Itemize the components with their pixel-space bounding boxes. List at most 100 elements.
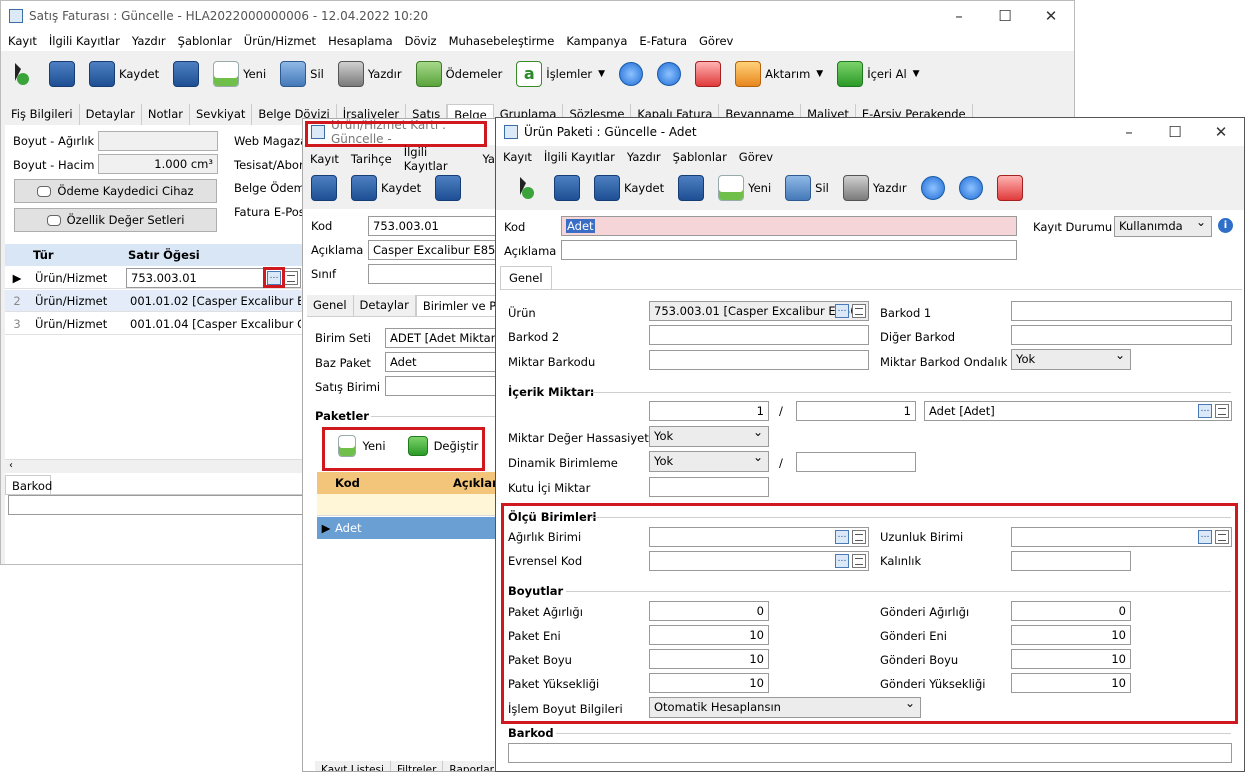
description-field[interactable]: Casper Excalibur E850 bbox=[368, 240, 501, 260]
universal-code-lookup-button[interactable]: … bbox=[835, 554, 849, 568]
new-package-button[interactable]: Yeni bbox=[327, 434, 397, 458]
save-refresh-button[interactable] bbox=[554, 175, 580, 201]
barcode-list[interactable] bbox=[508, 743, 1232, 763]
length-unit-lookup-button[interactable]: … bbox=[1198, 530, 1212, 544]
list-picker-icon[interactable] bbox=[852, 554, 866, 568]
tab-birimler[interactable]: Birimler ve Pak bbox=[415, 295, 501, 316]
transfer-button[interactable]: Aktarım ▼ bbox=[735, 61, 823, 87]
approve-button[interactable] bbox=[996, 175, 1023, 201]
menu-kayit[interactable]: Kayıt bbox=[310, 152, 339, 166]
barcode2-field[interactable] bbox=[649, 325, 869, 345]
content-qty-denominator[interactable]: 1 bbox=[796, 401, 916, 421]
menu-hesaplama[interactable]: Hesaplama bbox=[328, 34, 393, 48]
content-unit-lookup-button[interactable]: … bbox=[1198, 404, 1212, 418]
base-package-field[interactable]: Adet bbox=[385, 352, 501, 372]
close-icon[interactable]: ✕ bbox=[1028, 7, 1074, 25]
save-button[interactable]: Kaydet bbox=[351, 175, 421, 201]
menu-yazdir[interactable]: Yazdır bbox=[627, 150, 661, 164]
weight-unit-lookup-button[interactable]: … bbox=[835, 530, 849, 544]
down-button[interactable] bbox=[657, 62, 682, 86]
table-row[interactable]: 2 Ürün/Hizmet 001.01.02 [Casper Excalibu… bbox=[5, 290, 305, 312]
menu-kayit[interactable]: Kayıt bbox=[8, 34, 37, 48]
minimize-icon[interactable]: – bbox=[1106, 123, 1152, 141]
save-new-button[interactable] bbox=[173, 61, 200, 87]
tab-genel[interactable]: Genel bbox=[500, 266, 552, 289]
tab-barkod[interactable]: Barkod bbox=[5, 475, 52, 496]
menu-kampanya[interactable]: Kampanya bbox=[566, 34, 627, 48]
menu-tarihce[interactable]: Tarihçe bbox=[351, 152, 392, 166]
code-field[interactable]: Adet bbox=[561, 216, 1017, 236]
dynamic-field[interactable] bbox=[796, 452, 916, 472]
payments-button[interactable]: Ödemeler bbox=[415, 61, 502, 87]
save-button[interactable]: Kaydet bbox=[89, 61, 159, 87]
horizontal-scrollbar[interactable]: ‹ bbox=[5, 459, 305, 473]
precision-select[interactable]: Yok bbox=[649, 425, 769, 447]
new-button[interactable]: Yeni bbox=[718, 175, 771, 201]
pos-device-button[interactable]: Ödeme Kaydedici Cihaz bbox=[14, 179, 217, 203]
sale-unit-field[interactable] bbox=[385, 376, 501, 396]
list-picker-icon[interactable] bbox=[1215, 530, 1229, 544]
qty-decimal-select[interactable]: Yok bbox=[1011, 348, 1131, 370]
table-row[interactable]: 3 Ürün/Hizmet 001.01.04 [Casper Excalibu… bbox=[5, 313, 305, 335]
table-row[interactable]: ▶ Ürün/Hizmet 753.003.01 bbox=[5, 267, 305, 289]
save-refresh-button[interactable] bbox=[311, 175, 337, 201]
pkg-width-field[interactable]: 10 bbox=[649, 625, 769, 645]
up-button[interactable] bbox=[920, 176, 945, 200]
menu-urun[interactable]: Ürün/Hizmet bbox=[244, 34, 316, 48]
ship-width-field[interactable]: 10 bbox=[1011, 625, 1131, 645]
class-field[interactable] bbox=[368, 264, 501, 284]
tab-notlar[interactable]: Notlar bbox=[141, 104, 190, 125]
delete-button[interactable]: Sil bbox=[280, 61, 324, 87]
ship-height-field[interactable]: 10 bbox=[1011, 673, 1131, 693]
tab-genel[interactable]: Genel bbox=[307, 295, 354, 316]
close-icon[interactable]: ✕ bbox=[1198, 123, 1244, 141]
print-button[interactable]: Yazdır bbox=[337, 61, 402, 87]
save-button[interactable]: Kaydet bbox=[594, 175, 664, 201]
tab-filtreler[interactable]: Filtreler bbox=[390, 761, 444, 771]
content-qty-numerator[interactable]: 1 bbox=[649, 401, 769, 421]
content-unit-field[interactable]: Adet [Adet] bbox=[924, 401, 1232, 421]
menu-gorev[interactable]: Görev bbox=[699, 34, 733, 48]
up-button[interactable] bbox=[619, 62, 644, 86]
weight-field[interactable] bbox=[98, 131, 218, 151]
dynamic-select[interactable]: Yok bbox=[649, 450, 769, 472]
tab-sevkiyat[interactable]: Sevkiyat bbox=[189, 104, 253, 125]
menu-kayit[interactable]: Kayıt bbox=[503, 150, 532, 164]
menu-gorev[interactable]: Görev bbox=[739, 150, 773, 164]
menu-efatura[interactable]: E-Fatura bbox=[639, 34, 687, 48]
attribute-sets-button[interactable]: Özellik Değer Setleri bbox=[14, 208, 217, 232]
pkg-weight-field[interactable]: 0 bbox=[649, 601, 769, 621]
ship-weight-field[interactable]: 0 bbox=[1011, 601, 1131, 621]
thickness-field[interactable] bbox=[1011, 551, 1131, 571]
barcode1-field[interactable] bbox=[1011, 301, 1232, 321]
delete-button[interactable]: Sil bbox=[785, 175, 829, 201]
description-field[interactable] bbox=[561, 240, 1017, 260]
menu-yazdir[interactable]: Yazdır bbox=[132, 34, 166, 48]
product-lookup-button[interactable]: … bbox=[835, 304, 849, 318]
info-icon[interactable]: i bbox=[1218, 218, 1233, 233]
table-row[interactable]: ▶ Adet bbox=[317, 517, 501, 539]
new-button[interactable]: Yeni bbox=[213, 61, 266, 87]
menu-doviz[interactable]: Döviz bbox=[405, 34, 437, 48]
tab-kayit-listesi[interactable]: Kayıt Listesi bbox=[315, 761, 391, 771]
menu-sablonlar[interactable]: Şablonlar bbox=[673, 150, 727, 164]
change-package-button[interactable]: Değiştir bbox=[403, 434, 483, 458]
menu-muhasebe[interactable]: Muhasebeleştirme bbox=[449, 34, 555, 48]
down-button[interactable] bbox=[958, 176, 983, 200]
save-new-button[interactable] bbox=[678, 175, 705, 201]
tab-detaylar[interactable]: Detaylar bbox=[353, 295, 416, 316]
barcode-field[interactable] bbox=[8, 495, 305, 515]
list-picker-icon[interactable] bbox=[852, 304, 866, 318]
maximize-icon[interactable]: ☐ bbox=[1152, 123, 1198, 141]
other-barcode-field[interactable] bbox=[1011, 325, 1232, 345]
menu-ilgili[interactable]: İlgili Kayıtlar bbox=[49, 34, 120, 48]
approve-button[interactable] bbox=[695, 61, 722, 87]
qty-barcode-field[interactable] bbox=[649, 350, 869, 370]
pkg-height-field[interactable]: 10 bbox=[649, 673, 769, 693]
pkg-length-field[interactable]: 10 bbox=[649, 649, 769, 669]
import-button[interactable]: İçeri Al ▼ bbox=[837, 61, 920, 87]
box-qty-field[interactable] bbox=[649, 477, 769, 497]
minimize-icon[interactable]: – bbox=[936, 7, 982, 25]
tab-raporlar[interactable]: Raporlar bbox=[443, 761, 501, 771]
list-picker-icon[interactable] bbox=[284, 271, 298, 285]
